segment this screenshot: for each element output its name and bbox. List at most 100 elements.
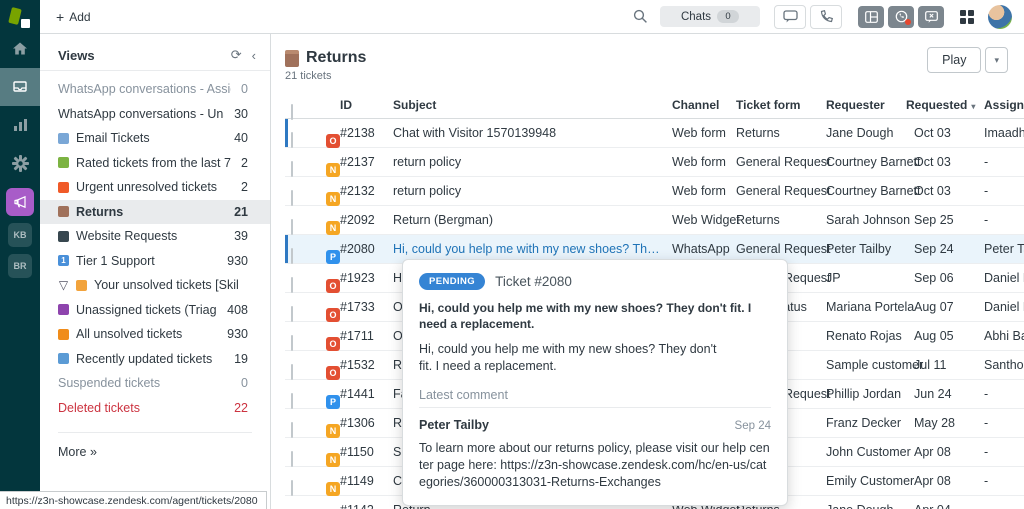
collapse-chevron-icon[interactable]: ‹ xyxy=(252,48,256,63)
view-item-count: 2 xyxy=(241,180,248,195)
finger-icon xyxy=(76,279,87,291)
row-checkbox[interactable] xyxy=(291,480,293,496)
play-button[interactable]: Play xyxy=(927,47,982,73)
column-header-id[interactable]: ID xyxy=(340,92,352,118)
add-tab-button[interactable]: + Add xyxy=(56,10,91,24)
row-checkbox[interactable] xyxy=(291,335,293,351)
ticket-id: #1142 xyxy=(340,496,374,509)
ticket-assignee: Peter Tai xyxy=(984,242,1024,256)
view-item-email-tickets[interactable]: Email Tickets 40 xyxy=(40,126,270,151)
views-nav-button[interactable] xyxy=(0,68,40,106)
table-row-2132[interactable]: N #2132 return policy Web form General Reque… xyxy=(285,177,1024,206)
view-item-all-unsolved-tickets[interactable]: All unsolved tickets 930 xyxy=(40,322,270,347)
view-item-label: Email Tickets xyxy=(76,131,150,146)
table-row-2137[interactable]: N #2137 return policy Web form General Reque… xyxy=(285,148,1024,177)
ticket-subject[interactable]: return policy xyxy=(393,148,663,176)
row-checkbox[interactable] xyxy=(291,190,293,206)
reporting-nav-button[interactable] xyxy=(0,106,40,144)
view-item-your-unsolved-tickets-skil[interactable]: ▽ Your unsolved tickets [Skil... xyxy=(40,273,270,298)
row-checkbox[interactable] xyxy=(291,248,293,264)
views-panel-header: Views ⟳ ‹ xyxy=(40,34,270,71)
play-options-button[interactable]: ▾ xyxy=(985,47,1008,73)
ticket-assignee: Abhi Bas xyxy=(984,329,1024,343)
ticket-assignee: - xyxy=(984,474,989,488)
admin-nav-button[interactable] xyxy=(0,144,40,182)
row-checkbox[interactable] xyxy=(291,219,293,235)
view-item-urgent-unresolved-tickets[interactable]: Urgent unresolved tickets 2 xyxy=(40,175,270,200)
column-header-subject[interactable]: Subject xyxy=(393,92,436,118)
ticket-requested-date: Aug 07 xyxy=(914,300,954,314)
product-logo-icon[interactable] xyxy=(8,7,32,28)
table-header-row: ID Subject Channel Ticket form Requester… xyxy=(285,92,1024,120)
row-checkbox[interactable] xyxy=(291,306,293,322)
view-title-row: Returns xyxy=(285,49,1024,67)
view-item-label: Tier 1 Support xyxy=(76,253,155,268)
view-item-whatsapp-conversations-assig[interactable]: WhatsApp conversations - Assig... 0 xyxy=(40,77,270,102)
view-item-rated-tickets-from-the-last-7-d[interactable]: Rated tickets from the last 7 d... 2 xyxy=(40,151,270,176)
whatsapp-app-button[interactable] xyxy=(888,5,914,28)
workspace-br-button[interactable]: BR xyxy=(8,254,32,278)
gear-icon xyxy=(11,154,29,172)
view-item-deleted-tickets[interactable]: Deleted tickets 22 xyxy=(40,396,270,421)
column-header-ticket-form[interactable]: Ticket form xyxy=(736,92,800,118)
column-header-assignee[interactable]: Assignee xyxy=(984,92,1024,118)
view-item-returns[interactable]: Returns 21 xyxy=(40,199,270,224)
home-nav-button[interactable] xyxy=(0,30,40,68)
ticket-id: #2080 xyxy=(340,242,375,256)
row-checkbox[interactable] xyxy=(291,451,293,467)
ticket-requested-date: Oct 03 xyxy=(914,184,951,198)
row-checkbox[interactable] xyxy=(291,277,293,293)
ticket-requester: Jane Dough xyxy=(826,496,893,509)
chats-toggle[interactable]: Chats 0 xyxy=(660,6,760,27)
flower-icon xyxy=(58,304,69,316)
column-header-channel[interactable]: Channel xyxy=(672,92,719,118)
view-item-whatsapp-conversations-unass[interactable]: WhatsApp conversations - Unass... 30 xyxy=(40,102,270,127)
talk-button[interactable] xyxy=(810,4,842,29)
ticket-subject[interactable]: Chat with Visitor 1570139948 xyxy=(393,119,663,147)
view-item-suspended-tickets[interactable]: Suspended tickets 0 xyxy=(40,371,270,396)
user-avatar[interactable] xyxy=(988,4,1012,29)
column-header-requested[interactable]: Requested ▾ xyxy=(906,92,975,120)
app-panel-button[interactable] xyxy=(858,5,884,28)
row-checkbox[interactable] xyxy=(291,422,293,438)
ticket-requester: Franz Decker xyxy=(826,416,902,430)
select-all-checkbox[interactable] xyxy=(291,104,293,120)
kb-chip-label: KB xyxy=(13,230,27,240)
conversations-button[interactable] xyxy=(774,4,806,29)
view-item-unassigned-tickets-triage[interactable]: Unassigned tickets (Triage) 408 xyxy=(40,298,270,323)
comment-author: Peter Tailby xyxy=(419,417,489,432)
row-checkbox[interactable] xyxy=(291,161,293,177)
refresh-icon[interactable]: ⟳ xyxy=(231,47,242,63)
row-checkbox[interactable] xyxy=(291,132,293,148)
ticket-assignee: - xyxy=(984,387,989,401)
table-row-2092[interactable]: N #2092 Return (Bergman) Web Widget Returns S… xyxy=(285,206,1024,235)
preview-description: Hi, could you help me with my new shoes?… xyxy=(419,342,717,374)
apps-grid-icon[interactable] xyxy=(960,9,974,24)
pending-status-pill: PENDING xyxy=(419,273,486,290)
row-checkbox[interactable] xyxy=(291,393,293,409)
view-item-count: 930 xyxy=(227,253,248,268)
ticket-assignee: - xyxy=(984,184,989,198)
search-icon[interactable] xyxy=(633,9,648,24)
more-views-link[interactable]: More » xyxy=(40,433,270,471)
view-item-recently-updated-tickets[interactable]: Recently updated tickets 19 xyxy=(40,347,270,372)
ticket-requested-date: Apr 04 xyxy=(914,496,951,509)
ticket-form: Returns xyxy=(736,126,780,140)
ticket-subject[interactable]: Return (Bergman) xyxy=(393,206,663,234)
chats-label: Chats xyxy=(680,10,712,23)
view-item-label: Unassigned tickets (Triage) xyxy=(76,302,218,317)
column-header-requester[interactable]: Requester xyxy=(826,92,885,118)
workspace-kb-button[interactable]: KB xyxy=(8,223,32,247)
ticket-requested-date: Sep 24 xyxy=(914,242,954,256)
view-item-count: 30 xyxy=(234,106,248,121)
view-item-website-requests[interactable]: Website Requests 39 xyxy=(40,224,270,249)
ticket-requested-date: Aug 05 xyxy=(914,329,954,343)
bar-chart-icon xyxy=(13,118,28,132)
table-row-2138[interactable]: O #2138 Chat with Visitor 1570139948 Web fo… xyxy=(285,119,1024,148)
view-item-tier-1-support[interactable]: 1 Tier 1 Support 930 xyxy=(40,249,270,274)
chat-dismiss-app-button[interactable] xyxy=(918,5,944,28)
row-checkbox[interactable] xyxy=(291,364,293,380)
ticket-id: #1733 xyxy=(340,300,375,314)
announcements-button[interactable] xyxy=(6,188,34,216)
ticket-subject[interactable]: return policy xyxy=(393,177,663,205)
